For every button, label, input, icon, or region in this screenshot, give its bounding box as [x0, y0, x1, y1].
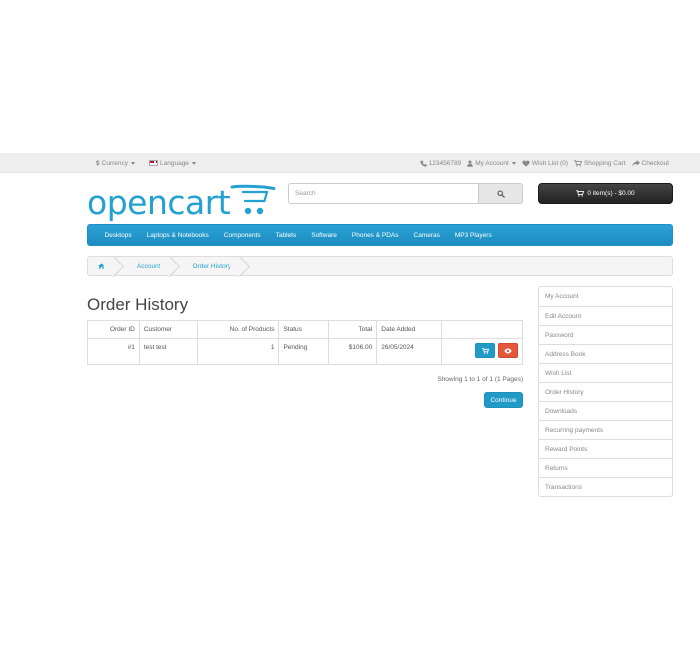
- wishlist-link[interactable]: Wish List (0): [522, 160, 568, 167]
- continue-button[interactable]: Continue: [484, 392, 523, 408]
- search-bar: [288, 183, 523, 204]
- eye-icon: [504, 348, 512, 353]
- cart-total: 0 item(s) - $0.00: [587, 190, 635, 197]
- customer-cell: test test: [138, 338, 198, 365]
- phone-number: 123456789: [428, 159, 462, 167]
- main-menu: Desktops Laptops & Notebooks Components …: [87, 224, 673, 246]
- sidebar-item-my-account[interactable]: My Account: [539, 287, 672, 306]
- column-header-order-id: Order ID: [87, 320, 140, 339]
- shopping-cart-label: Shopping Cart: [583, 159, 626, 167]
- column-header-actions: [441, 320, 523, 339]
- sidebar-item-edit-account[interactable]: Edit Account: [539, 306, 672, 325]
- breadcrumb-home[interactable]: [88, 257, 117, 275]
- reorder-button[interactable]: [475, 343, 495, 358]
- menu-item-cameras[interactable]: Cameras: [406, 232, 447, 239]
- page-title: Order History: [87, 295, 189, 314]
- my-account-label: My Account: [475, 159, 509, 167]
- sidebar-item-order-history[interactable]: Order History: [539, 382, 672, 401]
- date-added-cell: 26/05/2024: [376, 338, 443, 365]
- breadcrumb-order-history[interactable]: Order History: [173, 257, 244, 275]
- checkout-label: Checkout: [641, 159, 669, 167]
- sidebar-item-wish-list[interactable]: Wish List: [539, 363, 672, 382]
- order-id-cell: #1: [87, 338, 140, 365]
- phone-icon: [420, 160, 427, 167]
- column-header-customer: Customer: [138, 320, 198, 339]
- products-cell: 1: [196, 338, 280, 365]
- total-cell: $106.00: [328, 338, 378, 365]
- column-header-status: Status: [278, 320, 330, 339]
- language-dropdown[interactable]: Language: [149, 160, 196, 167]
- search-icon: [496, 189, 505, 198]
- menu-item-phones[interactable]: Phones & PDAs: [344, 232, 406, 239]
- share-icon: [631, 159, 640, 166]
- wishlist-label: Wish List (0): [531, 159, 568, 167]
- column-header-products: No. of Products: [196, 320, 280, 339]
- chevron-down-icon: [511, 161, 516, 165]
- menu-item-components[interactable]: Components: [216, 232, 268, 239]
- home-icon: [98, 263, 105, 269]
- shopping-cart-link[interactable]: Shopping Cart: [574, 160, 626, 167]
- dollar-icon: $: [96, 159, 100, 167]
- status-cell: Pending: [278, 338, 330, 365]
- menu-item-software[interactable]: Software: [304, 232, 345, 239]
- menu-item-desktops[interactable]: Desktops: [97, 232, 139, 239]
- menu-item-mp3-players[interactable]: MP3 Players: [447, 232, 499, 239]
- pagination-summary: Showing 1 to 1 of 1 (1 Pages): [437, 376, 523, 383]
- logo-cart-icon: [230, 184, 276, 215]
- sidebar-item-transactions[interactable]: Transactions: [539, 477, 672, 496]
- uk-flag-icon: [149, 160, 158, 166]
- account-sidebar: My Account Edit Account Password Address…: [538, 286, 673, 497]
- search-button[interactable]: [479, 183, 523, 204]
- breadcrumb-account[interactable]: Account: [117, 257, 173, 275]
- table-header-row: Order ID Customer No. of Products Status…: [87, 320, 523, 339]
- top-bar-left: $ Currency Language: [96, 153, 196, 173]
- checkout-link[interactable]: Checkout: [631, 159, 669, 167]
- logo-text: opencart: [87, 182, 231, 222]
- phone-link[interactable]: 123456789: [420, 159, 462, 167]
- row-actions: [446, 339, 518, 358]
- currency-dropdown[interactable]: $ Currency: [96, 160, 135, 167]
- search-input[interactable]: [288, 183, 479, 204]
- my-account-dropdown[interactable]: My Account: [467, 160, 516, 167]
- logo[interactable]: opencart: [87, 183, 277, 221]
- sidebar-item-recurring-payments[interactable]: Recurring payments: [539, 420, 672, 439]
- order-table: Order ID Customer No. of Products Status…: [87, 320, 523, 365]
- sidebar-item-downloads[interactable]: Downloads: [539, 401, 672, 420]
- chevron-down-icon: [191, 161, 196, 165]
- sidebar-item-address-book[interactable]: Address Book: [539, 344, 672, 363]
- shopping-cart-icon: [576, 190, 585, 197]
- sidebar-item-reward-points[interactable]: Reward Points: [539, 439, 672, 458]
- sidebar-item-returns[interactable]: Returns: [539, 458, 672, 477]
- currency-label: Currency: [101, 159, 128, 167]
- chevron-down-icon: [131, 161, 135, 165]
- shopping-cart-icon: [481, 347, 489, 354]
- table-row: #1 test test 1 Pending $106.00 26/05/202…: [87, 338, 523, 365]
- sidebar-item-password[interactable]: Password: [539, 325, 672, 344]
- language-label: Language: [160, 159, 189, 167]
- top-bar: $ Currency Language 123456789 My Account…: [0, 153, 700, 173]
- breadcrumb: Account Order History: [87, 256, 673, 276]
- menu-item-tablets[interactable]: Tablets: [268, 232, 304, 239]
- column-header-total: Total: [328, 320, 378, 339]
- top-bar-right: 123456789 My Account Wish List (0) Shopp…: [420, 153, 669, 173]
- heart-icon: [522, 160, 530, 167]
- shopping-cart-icon: [574, 159, 582, 167]
- user-icon: [467, 159, 473, 167]
- column-header-date-added: Date Added: [376, 320, 443, 339]
- actions-cell: [441, 338, 523, 365]
- view-order-button[interactable]: [498, 343, 518, 358]
- cart-button[interactable]: 0 item(s) - $0.00: [538, 183, 673, 204]
- menu-item-laptops[interactable]: Laptops & Notebooks: [139, 232, 216, 239]
